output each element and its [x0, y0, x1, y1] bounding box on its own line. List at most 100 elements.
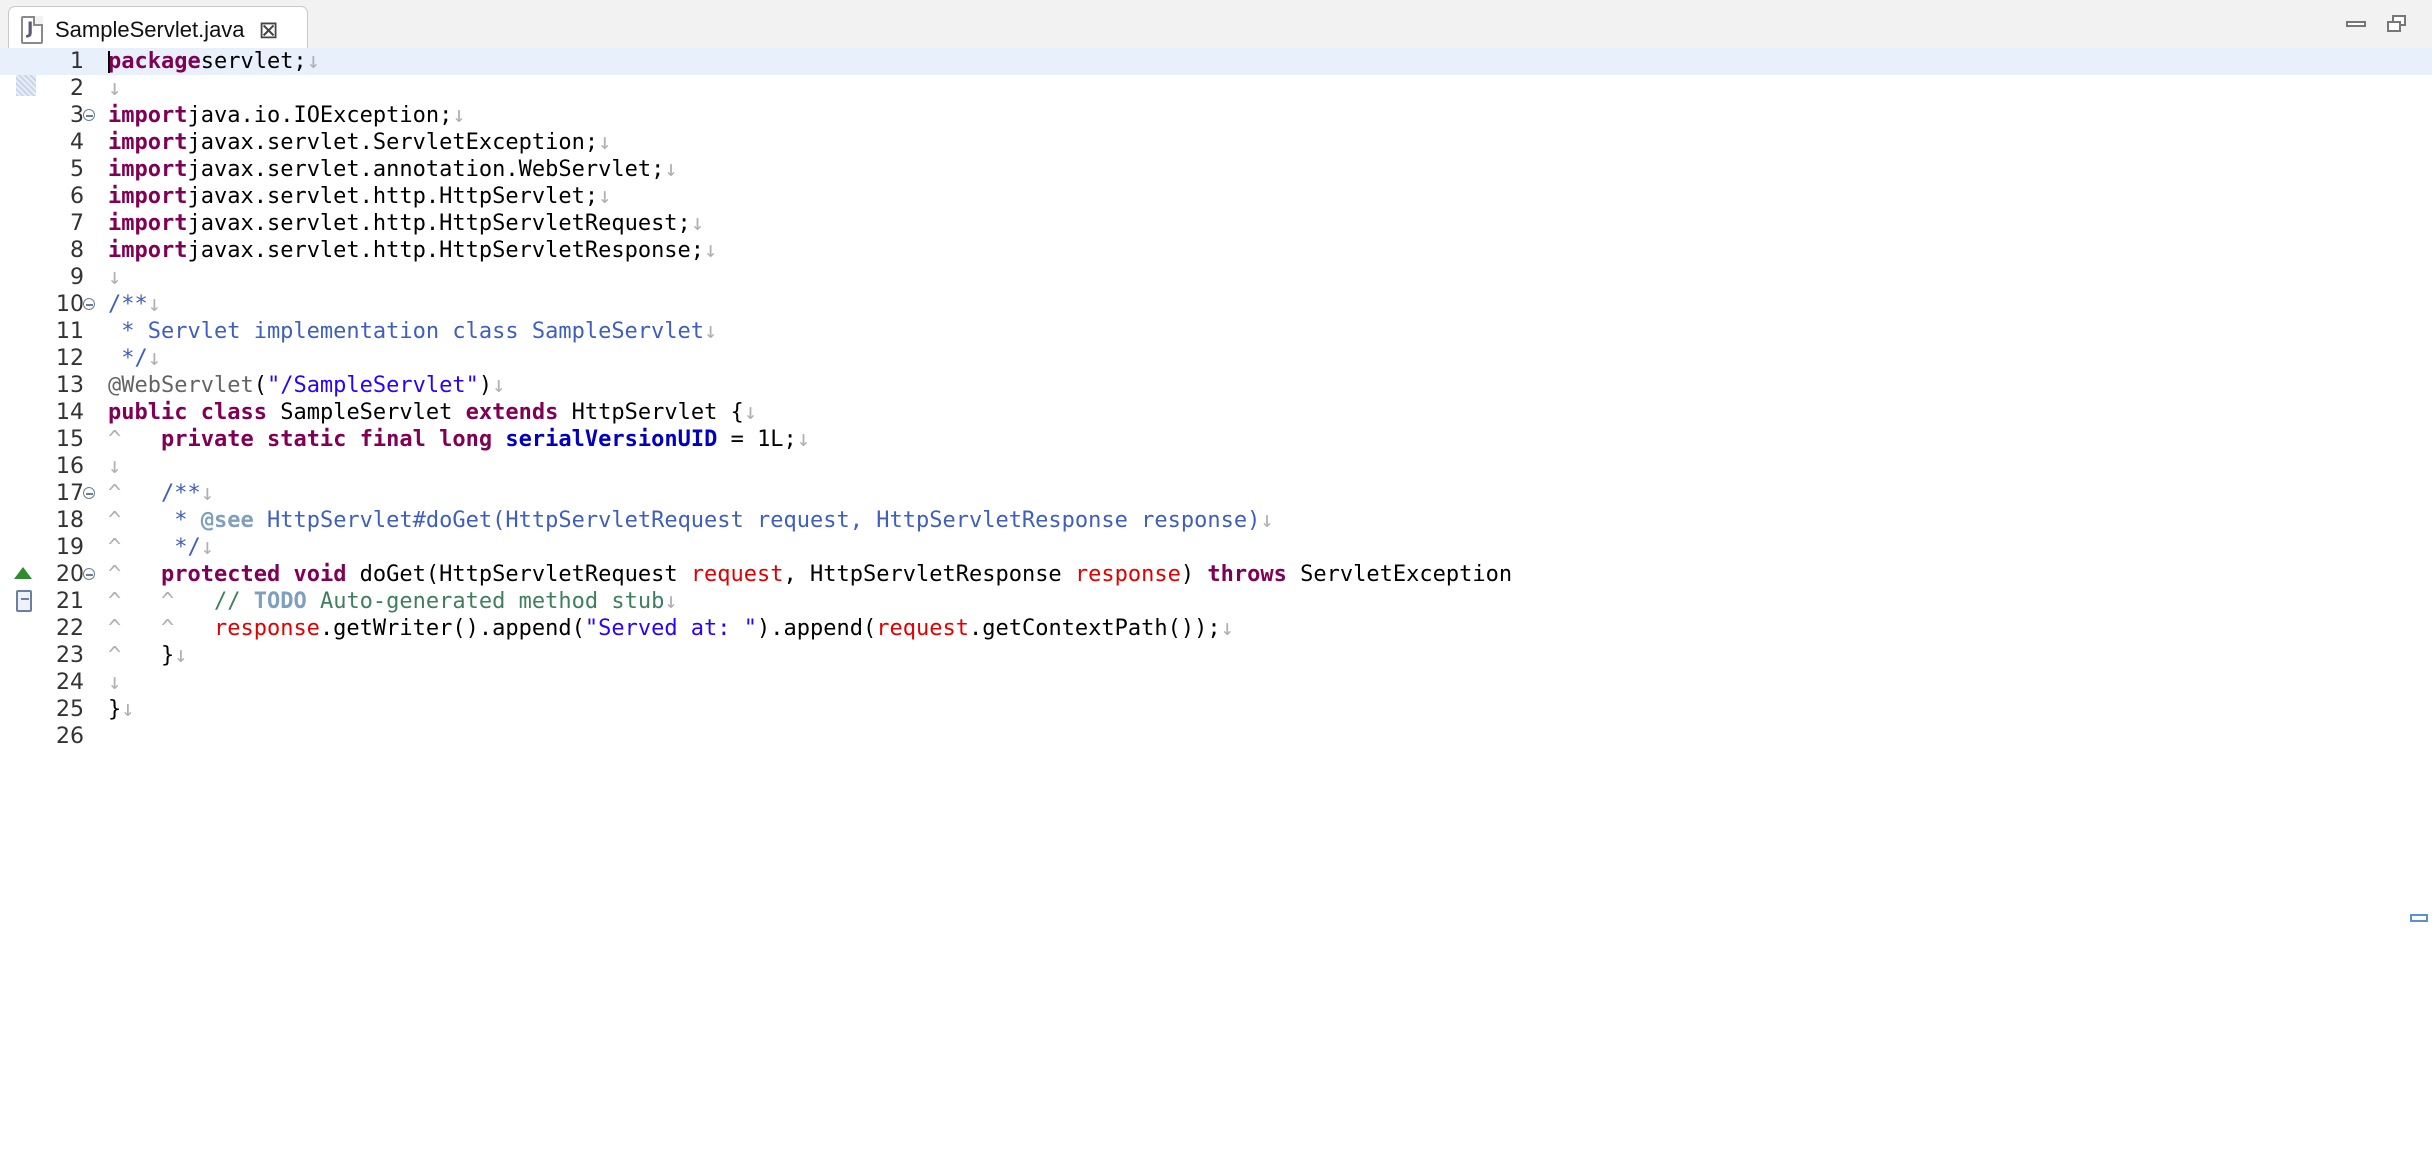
fold-collapse-icon[interactable] [83, 568, 95, 580]
fold-collapse-icon[interactable] [83, 298, 95, 310]
line-number: 13 [56, 373, 84, 398]
code-line[interactable]: 21 ^ ^ // TODO Auto-generated method stub… [0, 588, 2432, 615]
code-text[interactable]: importjavax.servlet.http.HttpServletResp… [108, 237, 717, 264]
code-token: static [266, 427, 347, 452]
fold-collapse-icon[interactable] [83, 487, 95, 499]
tab-samplesservlet-java[interactable]: SampleServlet.java ⊠ [8, 6, 308, 53]
code-line[interactable]: 24 ↓ [0, 669, 2432, 696]
line-gutter[interactable]: 13 [0, 372, 102, 399]
code-text[interactable]: /**↓ [108, 291, 161, 318]
line-gutter[interactable]: 7 [0, 210, 102, 237]
code-text[interactable]: importjavax.servlet.ServletException;↓ [108, 129, 611, 156]
code-line[interactable]: 6 importjavax.servlet.http.HttpServlet;↓ [0, 183, 2432, 210]
code-text[interactable]: ^ protected void doGet(HttpServletReques… [108, 561, 1512, 588]
line-gutter[interactable]: 6 [0, 183, 102, 210]
line-gutter[interactable]: 21 [0, 588, 102, 615]
code-line[interactable]: 1 packageservlet;↓ [0, 48, 2432, 75]
code-text[interactable]: ↓ [108, 264, 121, 291]
line-number: 2 [70, 76, 84, 101]
line-number: 20 [56, 562, 84, 587]
line-gutter[interactable]: 8 [0, 237, 102, 264]
line-gutter[interactable]: 17 [0, 480, 102, 507]
code-line[interactable]: 9 ↓ [0, 264, 2432, 291]
line-gutter[interactable]: 20 [0, 561, 102, 588]
code-line[interactable]: 2 ↓ [0, 75, 2432, 102]
code-text[interactable]: ^ }↓ [108, 642, 187, 669]
code-line[interactable]: 8 importjavax.servlet.http.HttpServletRes… [0, 237, 2432, 264]
code-line[interactable]: 11 * Servlet implementation class Sample… [0, 318, 2432, 345]
task-marker-icon[interactable] [16, 590, 32, 612]
line-gutter[interactable]: 14 [0, 399, 102, 426]
code-text[interactable]: ^ ^ // TODO Auto-generated method stub↓ [108, 588, 678, 615]
code-line[interactable]: 16 ↓ [0, 453, 2432, 480]
code-line[interactable]: 12 */↓ [0, 345, 2432, 372]
code-text[interactable]: ^ ^ response.getWriter().append("Served … [108, 615, 1234, 642]
code-line[interactable]: 17 ^ /**↓ [0, 480, 2432, 507]
code-line[interactable]: 18 ^ * @see HttpServlet#doGet(HttpServlet… [0, 507, 2432, 534]
code-text[interactable]: * Servlet implementation class SampleSer… [108, 318, 717, 345]
line-number: 23 [56, 643, 84, 668]
code-editor[interactable]: 1 packageservlet;↓ 2 ↓ 3 importjava.io.IOExce… [0, 48, 2432, 1156]
code-line[interactable]: 14 public class SampleServlet extends Htt… [0, 399, 2432, 426]
code-line[interactable]: 4 importjavax.servlet.ServletException;↓ [0, 129, 2432, 156]
line-gutter[interactable]: 3 [0, 102, 102, 129]
code-text[interactable]: public class SampleServlet extends HttpS… [108, 399, 757, 426]
code-text[interactable]: ^ /**↓ [108, 480, 214, 507]
code-text[interactable]: importjavax.servlet.annotation.WebServle… [108, 156, 678, 183]
code-text[interactable]: }↓ [108, 696, 135, 723]
code-line[interactable]: 10 /**↓ [0, 291, 2432, 318]
code-line[interactable]: 25}↓ [0, 696, 2432, 723]
line-gutter[interactable]: 16 [0, 453, 102, 480]
code-line[interactable]: 20 ^ protected void doGet(HttpServletRequ… [0, 561, 2432, 588]
code-text[interactable]: importjava.io.IOException;↓ [108, 102, 466, 129]
line-number: 19 [56, 535, 84, 560]
code-text[interactable]: packageservlet;↓ [108, 48, 320, 75]
overview-ruler-task-marker[interactable] [2410, 914, 2428, 922]
code-text[interactable]: ^ */↓ [108, 534, 214, 561]
code-line[interactable]: 26 [0, 723, 2432, 750]
close-icon[interactable]: ⊠ [259, 18, 279, 42]
code-line[interactable]: 7 importjavax.servlet.http.HttpServletReq… [0, 210, 2432, 237]
code-text[interactable]: @WebServlet("/SampleServlet")↓ [108, 372, 505, 399]
line-gutter[interactable]: 15 [0, 426, 102, 453]
line-gutter[interactable]: 23 [0, 642, 102, 669]
line-gutter[interactable]: 11 [0, 318, 102, 345]
code-line[interactable]: 5 importjavax.servlet.annotation.WebServl… [0, 156, 2432, 183]
maximize-icon[interactable] [2384, 12, 2412, 36]
code-text[interactable]: ^ * @see HttpServlet#doGet(HttpServletRe… [108, 507, 1274, 534]
line-gutter[interactable]: 26 [0, 723, 102, 750]
code-text[interactable]: */↓ [108, 345, 161, 372]
code-text[interactable]: ↓ [108, 75, 121, 102]
code-text[interactable]: importjavax.servlet.http.HttpServlet;↓ [108, 183, 611, 210]
line-gutter[interactable]: 12 [0, 345, 102, 372]
code-line[interactable]: 15 ^ private static final long serialVers… [0, 426, 2432, 453]
code-line[interactable]: 19 ^ */↓ [0, 534, 2432, 561]
code-text[interactable]: importjavax.servlet.http.HttpServletRequ… [108, 210, 704, 237]
minimize-icon[interactable] [2342, 12, 2370, 36]
line-gutter[interactable]: 22 [0, 615, 102, 642]
line-number: 18 [56, 508, 84, 533]
fold-collapse-icon[interactable] [83, 109, 95, 121]
line-gutter[interactable]: 18 [0, 507, 102, 534]
code-line[interactable]: 23 ^ }↓ [0, 642, 2432, 669]
code-text[interactable]: ^ private static final long serialVersio… [108, 426, 810, 453]
code-line[interactable]: 3 importjava.io.IOException;↓ [0, 102, 2432, 129]
line-gutter[interactable]: 5 [0, 156, 102, 183]
code-token: import [108, 103, 188, 128]
override-triangle-icon[interactable] [14, 567, 32, 579]
line-gutter[interactable]: 1 [0, 48, 102, 75]
line-number: 24 [56, 670, 84, 695]
line-gutter[interactable]: 4 [0, 129, 102, 156]
line-gutter[interactable]: 24 [0, 669, 102, 696]
line-gutter[interactable]: 19 [0, 534, 102, 561]
code-line[interactable]: 22 ^ ^ response.getWriter().append("Serve… [0, 615, 2432, 642]
line-gutter[interactable]: 25 [0, 696, 102, 723]
code-line[interactable]: 13 @WebServlet("/SampleServlet")↓ [0, 372, 2432, 399]
line-gutter[interactable]: 2 [0, 75, 102, 102]
code-text[interactable]: ↓ [108, 453, 121, 480]
line-gutter[interactable]: 10 [0, 291, 102, 318]
whitespace-marker: ↓ [598, 130, 612, 155]
code-text[interactable]: ↓ [108, 669, 121, 696]
line-gutter[interactable]: 9 [0, 264, 102, 291]
